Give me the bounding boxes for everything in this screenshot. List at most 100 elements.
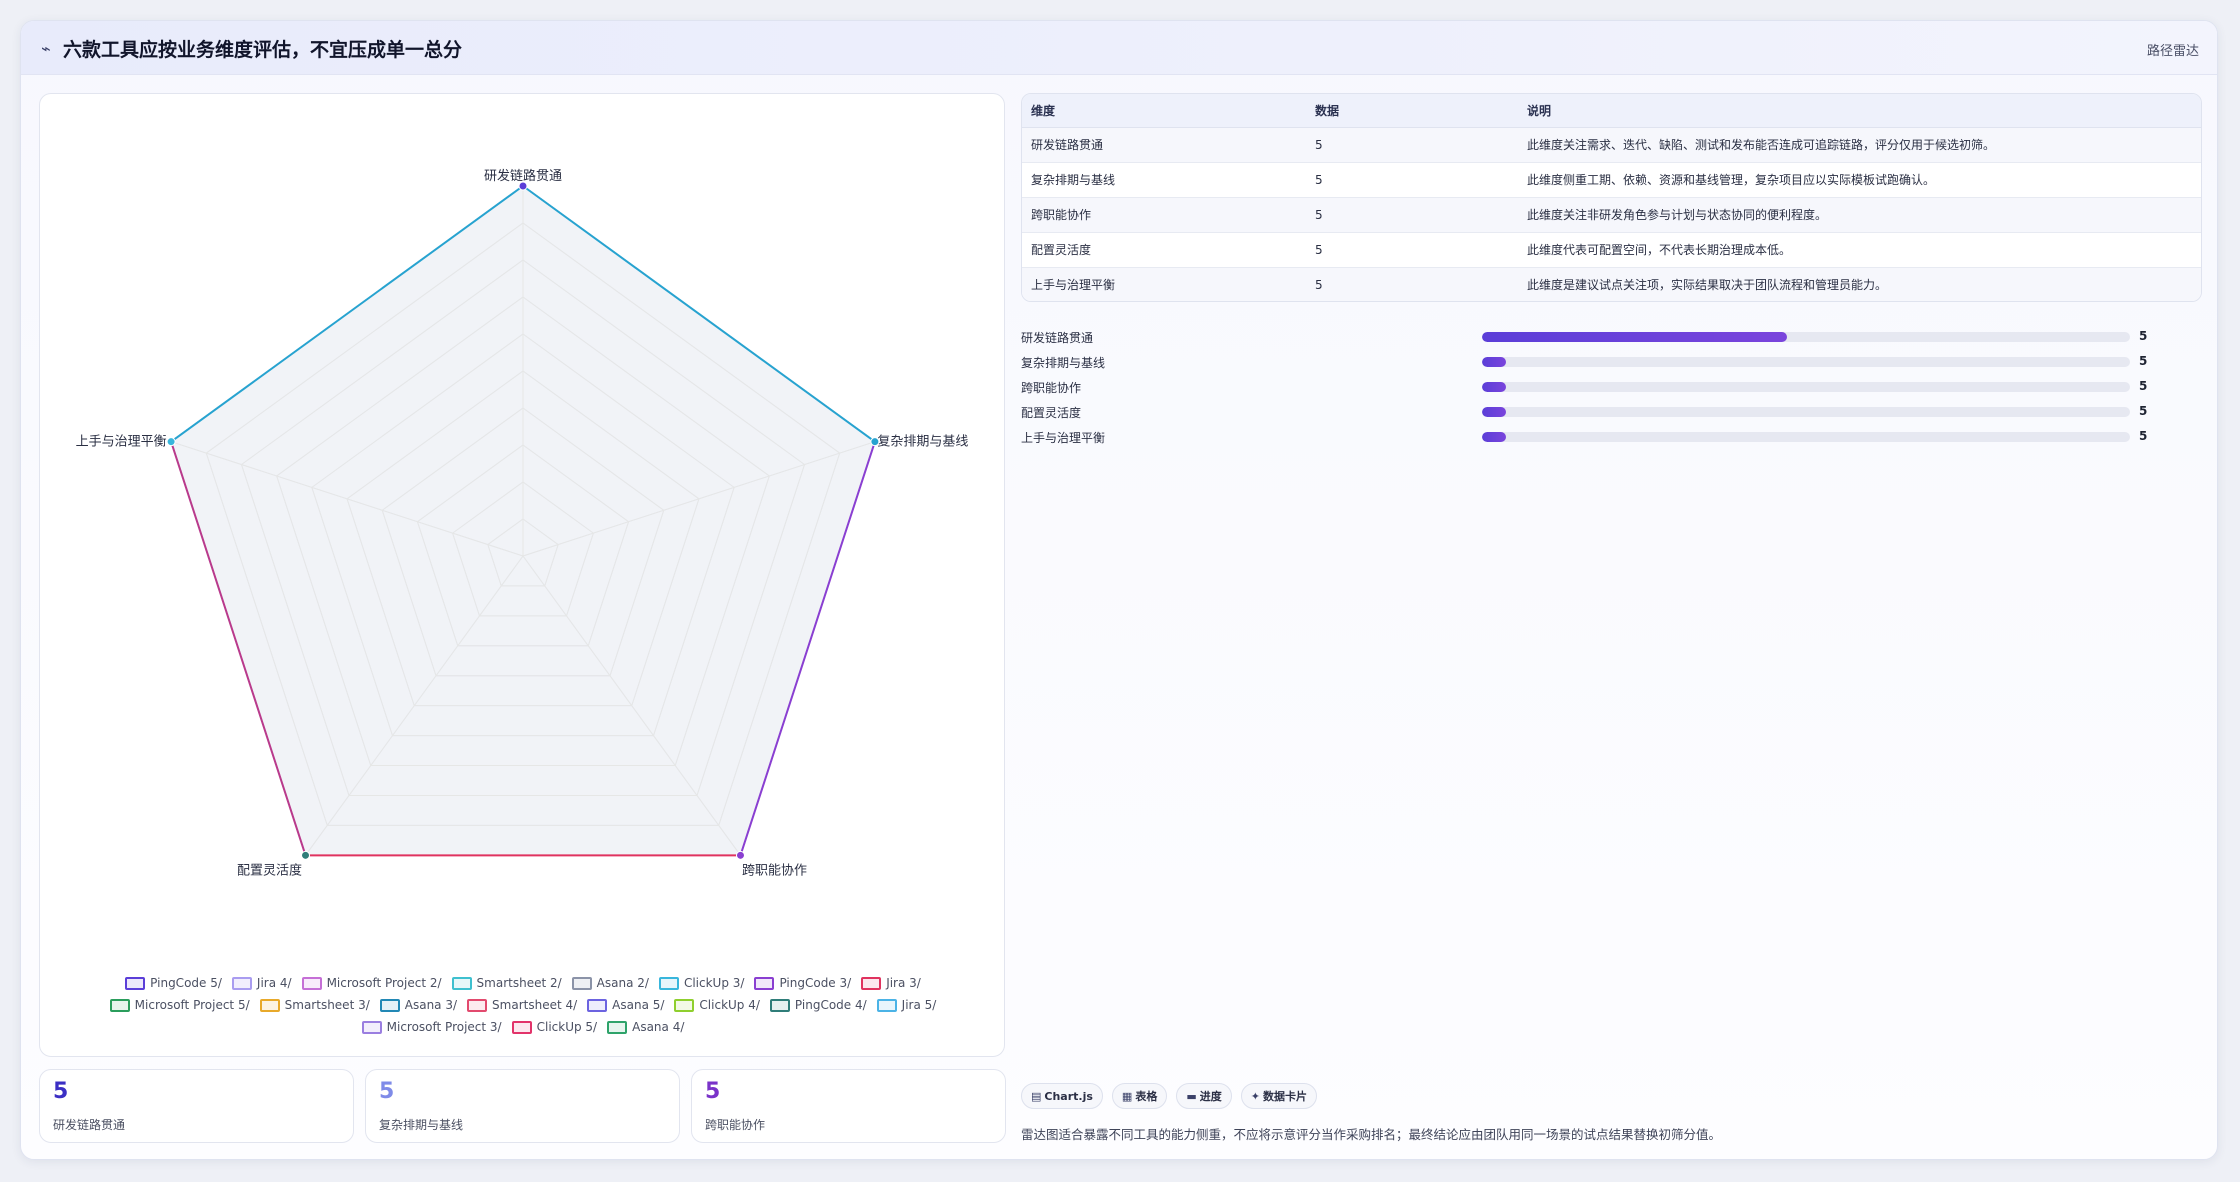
stat-label: 复杂排期与基线: [379, 1118, 464, 1132]
legend-swatch: [754, 976, 775, 990]
legend-label: ClickUp 4/: [699, 998, 760, 1012]
legend-item[interactable]: Jira 5/: [876, 996, 937, 1014]
chip-chart[interactable]: ▤ Chart.js: [1021, 1083, 1103, 1109]
progress-track: [1482, 332, 2130, 342]
radar-point[interactable]: [166, 437, 176, 447]
legend-item[interactable]: ClickUp 5/: [511, 1018, 597, 1036]
table-row[interactable]: 研发链路贯通 5 此维度关注需求、迭代、缺陷、测试和发布能否连成可追踪链路，评分仅用…: [1022, 127, 2201, 163]
legend-item[interactable]: Smartsheet 3/: [259, 996, 370, 1014]
table-row[interactable]: 跨职能协作 5 此维度关注非研发角色参与计划与状态协同的便利程度。: [1022, 197, 2201, 233]
legend-swatch: [571, 976, 592, 990]
table-cell: 上手与治理平衡: [1022, 267, 1306, 301]
table-cell: 研发链路贯通: [1022, 127, 1306, 163]
stat-label: 研发链路贯通: [53, 1118, 126, 1132]
legend-label: Microsoft Project 3/: [386, 1020, 502, 1034]
legend-item[interactable]: Smartsheet 2/: [451, 974, 562, 992]
table-cell: 此维度代表可配置空间，不代表长期治理成本低。: [1518, 232, 2201, 268]
table-cell: 5: [1306, 197, 1518, 233]
table-header-row: 维度 数据 说明: [1022, 94, 2201, 128]
progress-label: 上手与治理平衡: [1021, 431, 1106, 445]
legend-item[interactable]: Asana 3/: [379, 996, 458, 1014]
legend-item[interactable]: Asana 2/: [571, 974, 649, 992]
legend-item[interactable]: ClickUp 4/: [674, 996, 760, 1014]
progress-value: 5: [2139, 429, 2148, 443]
legend-item[interactable]: ClickUp 3/: [658, 974, 744, 992]
radar-axis-label: 上手与治理平衡: [76, 435, 167, 450]
chart-legend: PingCode 5/Jira 4/Microsoft Project 2/Sm…: [50, 974, 996, 1036]
legend-label: Smartsheet 4/: [492, 998, 578, 1012]
radar-axis-label: 复杂排期与基线: [877, 435, 968, 450]
radar-series-18[interactable]: [170, 185, 876, 856]
table-cell: 此维度侧重工期、依赖、资源和基线管理，复杂项目应以实际模板试跑确认。: [1518, 162, 2201, 198]
table-row[interactable]: 上手与治理平衡 5 此维度是建议试点关注项，实际结果取决于团队流程和管理员能力。: [1022, 267, 2201, 301]
legend-label: PingCode 3/: [779, 976, 852, 990]
chart-icon: ▤: [1031, 1089, 1042, 1103]
legend-swatch: [658, 976, 679, 990]
legend-label: Jira 4/: [256, 976, 292, 990]
table-icon: ▦: [1121, 1089, 1133, 1103]
progress-label: 研发链路贯通: [1021, 331, 1094, 345]
progress-track: [1482, 382, 2130, 392]
table-cell: 5: [1306, 127, 1518, 163]
legend-label: Jira 5/: [901, 998, 937, 1012]
legend-label: Microsoft Project 2/: [326, 976, 442, 990]
chip-progress[interactable]: ▬ 进度: [1176, 1083, 1232, 1109]
table-header-cell: 维度: [1022, 94, 1306, 128]
progress-value: 5: [2139, 329, 2148, 343]
legend-label: Smartsheet 2/: [476, 976, 562, 990]
radar-point[interactable]: [735, 850, 745, 860]
table-row[interactable]: 复杂排期与基线 5 此维度侧重工期、依赖、资源和基线管理，复杂项目应以实际模板试跑确…: [1022, 162, 2201, 198]
legend-label: Asana 3/: [404, 998, 458, 1012]
progress-value: 5: [2139, 404, 2148, 418]
legend-item[interactable]: Microsoft Project 3/: [361, 1018, 502, 1036]
legend-item[interactable]: Jira 3/: [861, 974, 921, 992]
legend-swatch: [674, 998, 695, 1012]
legend-item[interactable]: PingCode 4/: [769, 996, 867, 1014]
legend-swatch: [876, 998, 897, 1012]
table-cell: 5: [1306, 267, 1518, 301]
legend-item[interactable]: Smartsheet 4/: [467, 996, 577, 1014]
legend-swatch: [587, 998, 608, 1012]
chip-label: Chart.js: [1044, 1089, 1093, 1103]
progress-fill: [1482, 432, 1506, 442]
table-cell: 此维度关注非研发角色参与计划与状态协同的便利程度。: [1518, 197, 2201, 233]
radar-chart[interactable]: 研发链路贯通复杂排期与基线跨职能协作 配置灵活度 上手与治理平衡: [40, 94, 1006, 974]
legend-item[interactable]: PingCode 3/: [754, 974, 851, 992]
legend-swatch: [301, 976, 322, 990]
progress-fill: [1482, 332, 1787, 342]
table-cell: 配置灵活度: [1022, 232, 1306, 268]
legend-item[interactable]: Asana 4/: [607, 1018, 684, 1036]
table-row[interactable]: 配置灵活度 5 此维度代表可配置空间，不代表长期治理成本低。: [1022, 232, 2201, 268]
radar-axis-label: 配置灵活度: [237, 862, 302, 878]
radar-series-group: [170, 185, 876, 856]
trend-icon: ⌁: [41, 39, 51, 58]
radar-point[interactable]: [301, 850, 311, 860]
progress-track: [1482, 407, 2130, 417]
table-cell: 此维度是建议试点关注项，实际结果取决于团队流程和管理员能力。: [1518, 267, 2201, 301]
progress-label: 跨职能协作: [1021, 381, 1082, 395]
table-cell: 此维度关注需求、迭代、缺陷、测试和发布能否连成可追踪链路，评分仅用于候选初筛。: [1518, 127, 2201, 163]
legend-item[interactable]: PingCode 5/: [125, 974, 222, 992]
progress-row: 上手与治理平衡 5: [1021, 425, 2202, 450]
progress-fill: [1482, 407, 1506, 417]
legend-label: Asana 4/: [632, 1020, 685, 1034]
chip-label: 表格: [1135, 1090, 1158, 1103]
footnote: 雷达图适合暴露不同工具的能力侧重，不应将示意评分当作采购排名；最终结论应由团队用…: [1021, 1127, 1722, 1142]
chip-card[interactable]: ✦ 数据卡片: [1240, 1083, 1317, 1109]
legend-item[interactable]: Jira 4/: [231, 974, 292, 992]
table-cell: 跨职能协作: [1022, 197, 1306, 233]
table-header-cell: 说明: [1518, 94, 2201, 128]
data-table: 维度 数据 说明 研发链路贯通 5 此维度关注需求、迭代、缺陷、测试和发布能否连成可追踪…: [1022, 94, 2201, 301]
stat-card: 5 复杂排期与基线: [365, 1069, 680, 1143]
chip-table[interactable]: ▦ 表格: [1111, 1083, 1168, 1109]
legend-swatch: [769, 998, 790, 1012]
legend-item[interactable]: Microsoft Project 2/: [301, 974, 442, 992]
legend-swatch: [361, 1020, 382, 1034]
chip-label: 数据卡片: [1262, 1090, 1307, 1103]
legend-label: Asana 2/: [596, 976, 649, 990]
progress-label: 配置灵活度: [1021, 406, 1082, 420]
progress-icon: ▬: [1186, 1089, 1197, 1103]
legend-item[interactable]: Microsoft Project 5/: [109, 996, 250, 1014]
progress-fill: [1482, 382, 1506, 392]
legend-item[interactable]: Asana 5/: [587, 996, 664, 1014]
